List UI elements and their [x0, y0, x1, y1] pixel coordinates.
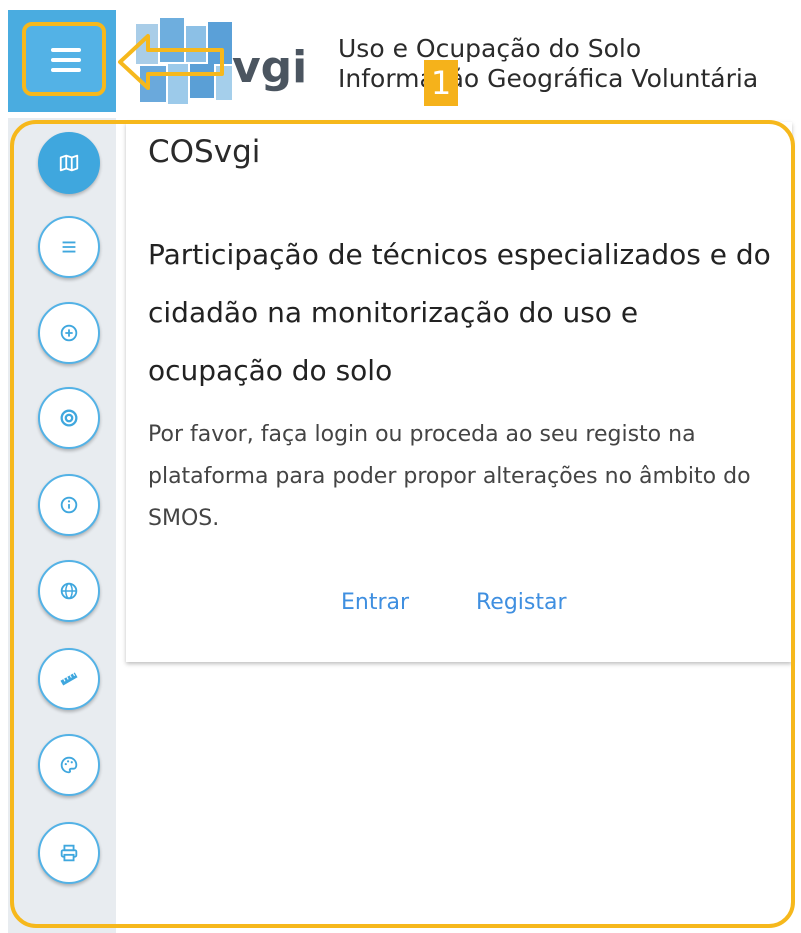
palette-icon: [60, 756, 78, 774]
target-icon: [60, 409, 78, 427]
logo-text: vgi: [232, 42, 308, 93]
register-link[interactable]: Registar: [476, 590, 567, 615]
info-icon: [60, 496, 78, 514]
sidebar-item-info[interactable]: [38, 474, 100, 536]
globe-icon: [60, 582, 78, 600]
sidebar-item-add[interactable]: [38, 302, 100, 364]
ruler-icon: [60, 672, 78, 686]
sidebar-item-list[interactable]: [38, 216, 100, 278]
card-message: Por favor, faça login ou proceda ao seu …: [148, 422, 751, 531]
sidebar: [8, 118, 116, 933]
pointer-arrow-icon: [118, 34, 224, 90]
step-badge: 1: [424, 60, 458, 106]
sidebar-item-map[interactable]: [38, 132, 100, 194]
header-title-line2: Informação Geográfica Voluntária: [338, 64, 759, 93]
menu-button[interactable]: [22, 22, 106, 96]
welcome-card: COSvgi Participação de técnicos especial…: [126, 122, 792, 662]
sidebar-item-measure[interactable]: [38, 648, 100, 710]
card-heading: Participação de técnicos especializados …: [148, 238, 771, 387]
header-title-line1: Uso e Ocupação do Solo: [338, 34, 642, 63]
sidebar-item-globe[interactable]: [38, 560, 100, 622]
card-title: COSvgi: [148, 134, 261, 170]
login-link[interactable]: Entrar: [341, 590, 409, 615]
sidebar-item-print[interactable]: [38, 822, 100, 884]
map-icon: [59, 154, 79, 172]
print-icon: [60, 844, 78, 862]
plus-circle-icon: [60, 324, 78, 342]
menu-icon: [51, 48, 81, 52]
menu-icon-bar: [51, 68, 81, 72]
sidebar-item-style[interactable]: [38, 734, 100, 796]
list-icon: [62, 241, 76, 253]
menu-icon-bar: [51, 58, 81, 62]
sidebar-item-target[interactable]: [38, 387, 100, 449]
